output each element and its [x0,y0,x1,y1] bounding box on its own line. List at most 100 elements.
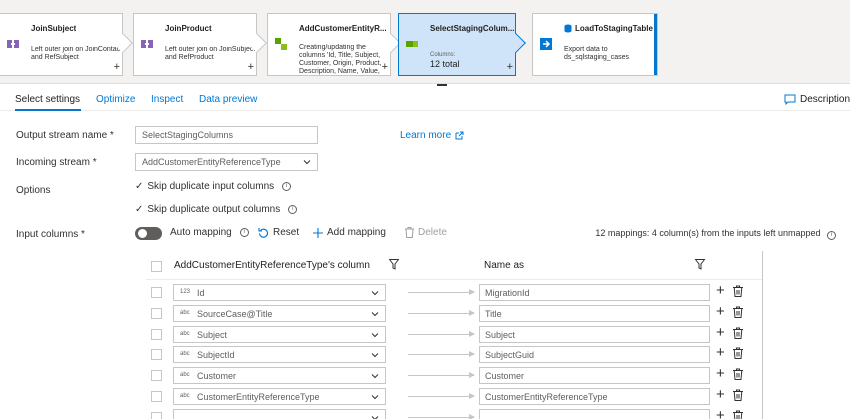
column-type-badge: abc [180,351,190,357]
target-name-input[interactable]: Title [479,305,710,322]
auto-mapping-toggle[interactable] [135,227,162,240]
filter-icon[interactable] [695,259,705,270]
source-column-value: CustomerEntityReferenceType [197,392,320,402]
source-column-select[interactable]: abc CustomerEntityReferenceType [173,388,386,405]
info-icon[interactable]: i [282,182,292,191]
add-step-button[interactable]: + [248,61,254,73]
description-button[interactable]: Description [784,94,850,105]
source-column-value: SubjectId [197,350,235,360]
trash-icon[interactable] [733,368,743,380]
delete-button[interactable]: Delete [405,227,447,238]
table-row: abc CustomerEntityReferenceType CustomerEn… [146,386,762,406]
database-icon [564,24,572,33]
target-name-input[interactable]: MigrationId [479,284,710,301]
add-row-button[interactable]: + [716,325,725,341]
trash-icon[interactable] [733,389,743,401]
node-description: Left outer join on JoinContact and RefSu… [31,46,123,61]
pipeline-node-loadtostaging[interactable]: LoadToStagingTable Export data to ds_sql… [532,13,658,76]
target-name-input[interactable] [479,409,710,419]
node-title: JoinProduct [165,24,212,33]
table-row: 123 Id MigrationId + [146,282,762,302]
target-name-input[interactable]: Subject [479,326,710,343]
row-checkbox[interactable] [151,370,162,381]
add-row-button[interactable]: + [716,304,725,320]
skip-duplicate-input-checkbox[interactable]: ✓ Skip duplicate input columns i [135,181,292,192]
tab-inspect[interactable]: Inspect [151,94,183,105]
learn-more-link[interactable]: Learn more [400,130,464,141]
join-icon [7,40,19,48]
pipeline-node-selectstaging[interactable]: SelectStagingColum... Columns: 12 total … [398,13,526,76]
trash-icon[interactable] [733,327,743,339]
chevron-down-icon [371,395,379,400]
row-checkbox[interactable] [151,391,162,402]
sink-icon [540,38,552,50]
filter-icon[interactable] [389,259,399,270]
incoming-stream-value: AddCustomerEntityReferenceType [142,157,281,167]
info-icon[interactable]: i [827,231,836,240]
active-tab-indicator [15,109,81,111]
source-column-select[interactable]: abc Customer [173,367,386,384]
node-title: JoinSubject [31,24,77,33]
tab-data-preview[interactable]: Data preview [199,94,257,105]
node-columns-label: Columns: [430,52,456,58]
trash-icon[interactable] [733,306,743,318]
row-checkbox[interactable] [151,287,162,298]
delete-label: Delete [418,227,447,238]
pipeline-node-joinsubject[interactable]: JoinSubject Left outer join on JoinConta… [0,13,133,76]
source-column-select[interactable]: abc SourceCase@Title [173,305,386,322]
mapping-arrow [408,372,475,378]
trash-icon[interactable] [733,410,743,419]
row-checkbox[interactable] [151,412,162,419]
trash-icon[interactable] [733,285,743,297]
reset-button[interactable]: Reset [258,227,299,238]
tab-optimize[interactable]: Optimize [96,94,135,105]
pipeline-node-joinproduct[interactable]: JoinProduct Left outer join on JoinSubje… [133,13,267,76]
output-stream-input[interactable]: SelectStagingColumns [135,126,318,144]
source-column-select[interactable] [173,409,386,419]
add-step-button[interactable]: + [382,61,388,73]
target-name-input[interactable]: SubjectGuid [479,346,710,363]
skip-duplicate-output-checkbox[interactable]: ✓ Skip duplicate output columns i [135,204,298,215]
checkmark-icon: ✓ [135,204,144,215]
pipeline-canvas: JoinSubject Left outer join on JoinConta… [0,0,850,84]
add-row-button[interactable]: + [716,283,725,299]
mapping-summary: 12 mappings: 4 column(s) from the inputs… [595,228,836,240]
node-description: Creating/updating the columns 'Id, Title… [299,44,382,75]
pipeline-node-addcustomerentity[interactable]: AddCustomerEntityR... Creating/updating … [267,13,401,76]
table-row: abc Customer Customer + [146,365,762,385]
add-row-button[interactable]: + [716,387,725,403]
source-column-value: SourceCase@Title [197,309,273,319]
info-icon[interactable]: i [288,205,298,214]
add-row-button[interactable]: + [716,408,725,419]
add-row-button[interactable]: + [716,366,725,382]
source-column-value: Subject [197,330,228,340]
panel-resize-handle[interactable] [437,84,447,86]
incoming-stream-select[interactable]: AddCustomerEntityReferenceType [135,153,318,171]
add-mapping-button[interactable]: Add mapping [313,227,386,238]
source-column-select[interactable]: 123 Id [173,284,386,301]
mapping-arrow [408,393,475,399]
node-columns-total: 12 total [430,59,460,69]
row-checkbox[interactable] [151,349,162,360]
target-name-input[interactable]: Customer [479,367,710,384]
chevron-down-icon [303,160,311,165]
node-title: LoadToStagingTable [575,24,653,33]
checkmark-icon: ✓ [135,181,144,192]
add-row-button[interactable]: + [716,345,725,361]
source-column-value: Customer [197,371,237,381]
info-icon[interactable]: i [239,228,249,237]
tab-select-settings[interactable]: Select settings [15,94,80,105]
target-name-input[interactable]: CustomerEntityReferenceType [479,388,710,405]
source-column-header: AddCustomerEntityReferenceType's column [174,260,370,271]
source-column-select[interactable]: abc Subject [173,326,386,343]
add-step-button[interactable]: + [114,61,120,73]
learn-more-label: Learn more [400,130,452,141]
select-all-checkbox[interactable] [151,261,162,272]
trash-icon[interactable] [733,347,743,359]
add-step-button[interactable]: + [507,61,513,73]
row-checkbox[interactable] [151,308,162,319]
row-checkbox[interactable] [151,329,162,340]
plus-icon [313,227,323,238]
source-column-select[interactable]: abc SubjectId [173,346,386,363]
table-scroll-divider [762,251,763,419]
